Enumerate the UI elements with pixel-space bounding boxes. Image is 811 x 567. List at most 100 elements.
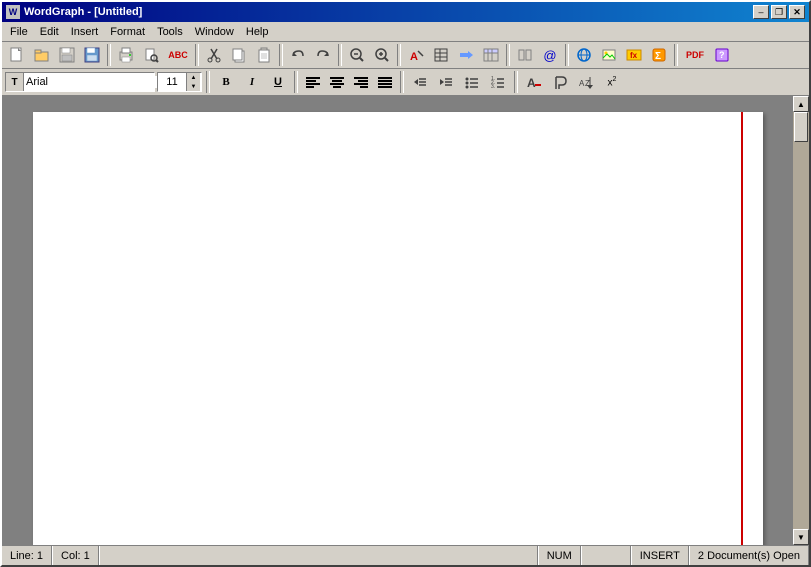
align-left-button[interactable] bbox=[302, 72, 324, 92]
menu-bar: File Edit Insert Format Tools Window Hel… bbox=[2, 22, 809, 42]
align-right-button[interactable] bbox=[350, 72, 372, 92]
separator-8 bbox=[674, 44, 678, 66]
status-spacer bbox=[99, 546, 538, 565]
sort-icon: AZ bbox=[578, 75, 594, 89]
fmt-sep-1 bbox=[206, 71, 210, 93]
zoom-out-button[interactable] bbox=[345, 44, 369, 66]
print-preview-icon bbox=[143, 47, 159, 63]
svg-text:Σ: Σ bbox=[655, 51, 661, 62]
save-icon bbox=[84, 47, 100, 63]
align-justify-button[interactable] bbox=[374, 72, 396, 92]
special2-button[interactable]: Σ bbox=[647, 44, 671, 66]
separator-5 bbox=[397, 44, 401, 66]
separator-6 bbox=[506, 44, 510, 66]
bold-button[interactable]: B bbox=[214, 72, 238, 92]
font-size-down-button[interactable]: ▼ bbox=[187, 82, 200, 91]
minimize-button[interactable]: – bbox=[753, 5, 769, 19]
scroll-track[interactable] bbox=[793, 112, 809, 529]
redo-button[interactable] bbox=[311, 44, 335, 66]
columns-icon bbox=[517, 47, 533, 63]
copy-icon bbox=[231, 47, 247, 63]
insert-table2-button[interactable] bbox=[479, 44, 503, 66]
at-symbol-button[interactable]: @ bbox=[538, 44, 562, 66]
spelling-icon: ABC bbox=[168, 50, 188, 60]
italic-button[interactable]: I bbox=[240, 72, 264, 92]
pdf-icon: PDF bbox=[686, 50, 704, 60]
menu-edit[interactable]: Edit bbox=[34, 24, 65, 40]
superscript-button[interactable]: x2 bbox=[600, 71, 624, 93]
menu-format[interactable]: Format bbox=[104, 24, 151, 40]
pdf-button[interactable]: PDF bbox=[681, 44, 709, 66]
app-icon: W bbox=[6, 5, 20, 19]
scroll-up-button[interactable]: ▲ bbox=[793, 96, 809, 112]
align-center-button[interactable] bbox=[326, 72, 348, 92]
scroll-thumb[interactable] bbox=[794, 112, 808, 142]
insert-text-button[interactable]: A bbox=[404, 44, 428, 66]
indent-decrease-button[interactable] bbox=[408, 71, 432, 93]
italic-icon: I bbox=[250, 76, 254, 88]
doc-page[interactable] bbox=[33, 112, 763, 545]
format-toolbar: T ▼ ▲ ▼ B I U bbox=[2, 69, 809, 96]
copy-button[interactable] bbox=[227, 44, 251, 66]
vertical-scrollbar: ▲ ▼ bbox=[793, 96, 809, 545]
scroll-down-button[interactable]: ▼ bbox=[793, 529, 809, 545]
close-button[interactable]: ✕ bbox=[789, 5, 805, 19]
special2-icon: Σ bbox=[651, 47, 667, 63]
insert-arrow-button[interactable] bbox=[454, 44, 478, 66]
svg-text:?: ? bbox=[719, 50, 725, 60]
paragraph-style-button[interactable] bbox=[548, 71, 572, 93]
insert-table2-icon bbox=[483, 47, 499, 63]
web-button[interactable] bbox=[572, 44, 596, 66]
new-button[interactable] bbox=[5, 44, 29, 66]
spelling-button[interactable]: ABC bbox=[164, 44, 192, 66]
svg-text:fx: fx bbox=[630, 51, 638, 60]
underline-icon: U bbox=[274, 76, 282, 88]
menu-tools[interactable]: Tools bbox=[151, 24, 189, 40]
open-button[interactable] bbox=[30, 44, 54, 66]
undo-button[interactable] bbox=[286, 44, 310, 66]
fmt-sep-4 bbox=[514, 71, 518, 93]
menu-file[interactable]: File bbox=[4, 24, 34, 40]
text-style-button[interactable]: A bbox=[522, 71, 546, 93]
font-name-input[interactable] bbox=[24, 76, 170, 88]
insert-pic-button[interactable] bbox=[597, 44, 621, 66]
save-button[interactable] bbox=[80, 44, 104, 66]
columns-button[interactable] bbox=[513, 44, 537, 66]
indent-increase-icon bbox=[438, 75, 454, 89]
menu-help[interactable]: Help bbox=[240, 24, 275, 40]
zoom-in-button[interactable] bbox=[370, 44, 394, 66]
svg-text:A: A bbox=[527, 76, 536, 89]
font-type-icon: T bbox=[6, 73, 24, 91]
align-left-icon bbox=[306, 77, 320, 88]
insert-text-icon: A bbox=[408, 47, 424, 63]
font-select-container: T ▼ bbox=[5, 72, 155, 92]
cut-button[interactable] bbox=[202, 44, 226, 66]
font-size-input[interactable] bbox=[158, 76, 186, 88]
bullet-list-button[interactable] bbox=[460, 71, 484, 93]
font-size-up-button[interactable]: ▲ bbox=[187, 73, 200, 82]
menu-insert[interactable]: Insert bbox=[65, 24, 105, 40]
doc-content bbox=[2, 96, 793, 545]
special1-icon: fx bbox=[626, 47, 642, 63]
paste-button[interactable] bbox=[252, 44, 276, 66]
print-button[interactable] bbox=[114, 44, 138, 66]
table-button[interactable] bbox=[429, 44, 453, 66]
doc-area: ▲ ▼ bbox=[2, 96, 809, 545]
bullet-list-icon bbox=[464, 75, 480, 89]
print-preview-button[interactable] bbox=[139, 44, 163, 66]
align-justify-icon bbox=[378, 77, 392, 88]
open-icon bbox=[34, 47, 50, 63]
extra-button[interactable]: ? bbox=[710, 44, 734, 66]
separator-4 bbox=[338, 44, 342, 66]
table-icon bbox=[433, 47, 449, 63]
numbered-list-button[interactable]: 1.2.3. bbox=[486, 71, 510, 93]
underline-button[interactable]: U bbox=[266, 72, 290, 92]
sort-button[interactable]: AZ bbox=[574, 71, 598, 93]
toolbar-1: ABC bbox=[2, 42, 809, 69]
separator-3 bbox=[279, 44, 283, 66]
indent-increase-button[interactable] bbox=[434, 71, 458, 93]
restore-button[interactable]: ❐ bbox=[771, 5, 787, 19]
menu-window[interactable]: Window bbox=[189, 24, 240, 40]
save-as-button[interactable] bbox=[55, 44, 79, 66]
special1-button[interactable]: fx bbox=[622, 44, 646, 66]
